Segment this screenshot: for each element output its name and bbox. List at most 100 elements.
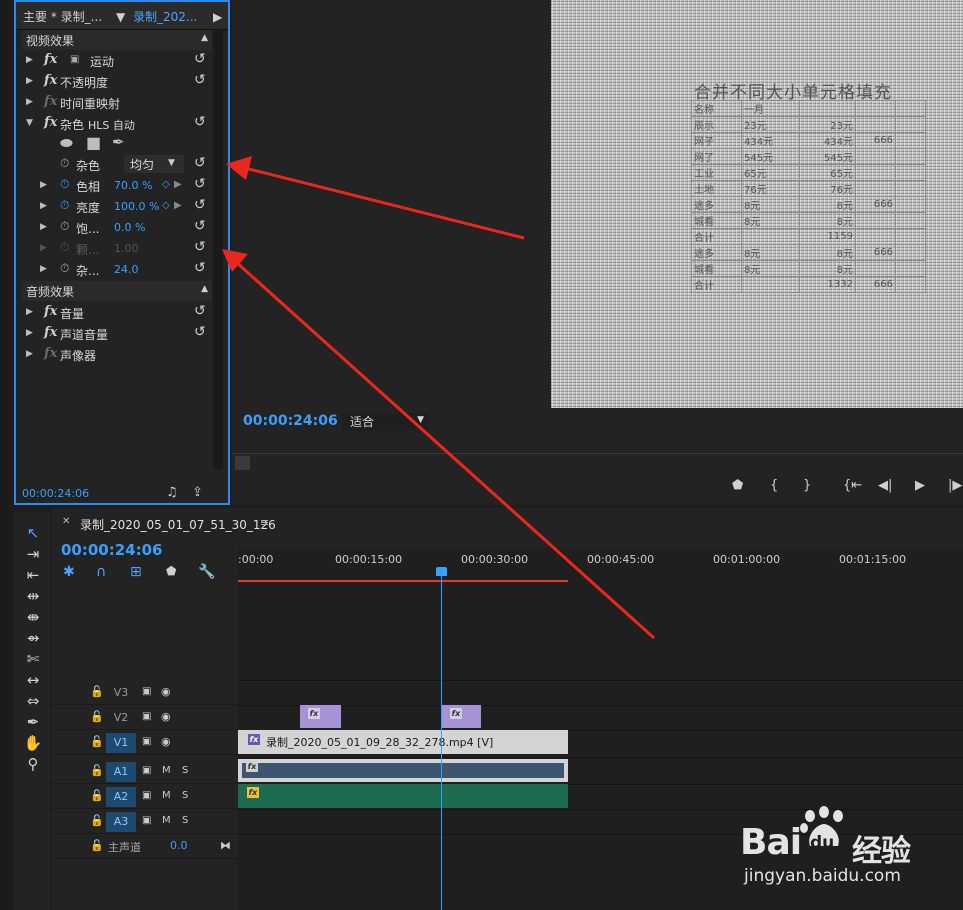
filter-audio-icon[interactable]: ♫ [166,485,178,500]
adjustment-clip[interactable]: fx [442,705,481,728]
transform-icon[interactable]: ▣ [70,54,79,65]
step-forward-icon[interactable]: |▶ [948,478,962,493]
param-row-hue[interactable]: ▶ ⏱ 色相 70.0 % ◇ ▶ ↺ [22,175,212,196]
tab-dropdown-icon[interactable]: ▼ [116,10,125,24]
solo-button[interactable]: S [182,765,188,776]
timeline-timecode[interactable]: 00:00:24:06 [61,541,163,559]
sync-lock-icon[interactable]: ▣ [142,815,151,826]
track-select-forward-icon[interactable]: ⇥ [23,545,43,563]
expand-icon[interactable]: ▶ [26,307,33,317]
collapse-triangle-icon[interactable]: ▼ [26,118,33,128]
selection-tool-icon[interactable]: ↖ [23,524,43,542]
expand-icon[interactable]: ▶ [26,76,33,86]
solo-button[interactable]: S [182,815,188,826]
mark-in-icon[interactable]: { [770,478,778,493]
expand-icon[interactable]: ▶ [26,55,33,65]
reset-icon[interactable]: ↺ [194,176,206,192]
fx-icon[interactable]: fx [44,325,57,340]
param-row-noise-phase[interactable]: ▶ ⏱ 杂... 24.0 ↺ [22,259,212,280]
reset-icon[interactable]: ↺ [194,260,206,276]
collapse-icon[interactable]: ▲ [201,33,208,43]
zoom-icon[interactable]: ⚲ [23,755,43,773]
expand-icon[interactable]: ▶ [40,264,47,274]
eye-icon[interactable]: ◉ [161,735,171,748]
go-to-in-icon[interactable]: {⇤ [843,478,862,493]
playhead-timecode[interactable]: 00:00:24:06 [243,413,338,429]
lock-icon[interactable]: 🔓 [90,735,104,748]
zoom-select[interactable]: 适合 ▼ [342,413,428,431]
go-to-end-icon[interactable]: ⧓ [220,839,231,852]
adjustment-clip[interactable]: fx [300,705,341,728]
tab-master[interactable]: 主要 * 录制_... [23,8,118,25]
reset-icon[interactable]: ↺ [194,303,206,319]
lock-icon[interactable]: 🔓 [90,764,104,777]
pen-icon[interactable]: ✒ [23,713,43,731]
lock-icon[interactable]: 🔓 [90,839,104,852]
next-keyframe-icon[interactable]: ▶ [174,200,182,211]
param-row-saturation[interactable]: ▶ ⏱ 饱... 0.0 % ↺ [22,217,212,238]
add-keyframe-icon[interactable]: ◇ [162,179,170,190]
effect-row-noise-hls[interactable]: ▼ fx 杂色 HLS 自动 ↺ [22,113,212,134]
slip-icon[interactable]: ↔ [23,671,43,689]
effect-row-channel-volume[interactable]: ▶ fx 声道音量 ↺ [22,323,212,344]
fx-icon[interactable]: fx [44,52,57,67]
playhead-line[interactable] [441,568,442,910]
next-keyframe-icon[interactable]: ▶ [174,179,182,190]
effect-row-motion[interactable]: ▶ fx ▣ 运动 ↺ [22,50,212,71]
a1-audio-clip[interactable]: fx [238,759,568,782]
track-name-a1[interactable]: A1 [106,762,136,782]
solo-button[interactable]: S [182,790,188,801]
add-marker-icon[interactable]: ⬟ [732,478,743,493]
close-icon[interactable]: ✕ [62,516,70,527]
reset-icon[interactable]: ↺ [194,155,206,171]
master-volume-value[interactable]: 0.0 [170,839,188,852]
lock-icon[interactable]: 🔓 [90,789,104,802]
ripple-edit-icon[interactable]: ⇹ [23,587,43,605]
sync-lock-icon[interactable]: ▣ [142,765,151,776]
work-area-bar[interactable] [238,580,568,582]
mute-button[interactable]: M [162,815,171,826]
add-marker-icon[interactable]: ⬟ [166,564,176,578]
stopwatch-icon[interactable]: ⏱ [60,177,69,192]
fx-icon[interactable]: fx [44,115,57,130]
stopwatch-icon[interactable]: ⏱ [60,156,69,171]
stopwatch-icon[interactable]: ⏱ [60,219,69,234]
panel-timecode[interactable]: 00:00:24:06 [22,487,89,500]
stopwatch-icon[interactable]: ⏱ [60,198,69,213]
lock-icon[interactable]: 🔓 [90,814,104,827]
add-keyframe-icon[interactable]: ◇ [162,200,170,211]
play-right-icon[interactable]: ▶ [213,10,222,24]
zoom-scroll-handle[interactable] [235,456,250,470]
lock-icon[interactable]: 🔓 [90,710,104,723]
sequence-tab[interactable]: 录制_2020_05_01_07_51_30_126 [80,516,276,533]
nest-toggle-icon[interactable]: ✱ [63,564,75,580]
tab-clip[interactable]: 录制_202... [133,8,213,25]
sync-lock-icon[interactable]: ▣ [142,790,151,801]
expand-icon[interactable]: ▶ [26,349,33,359]
mute-button[interactable]: M [162,765,171,776]
camera-icon[interactable]: ▣ [142,711,151,722]
mark-out-icon[interactable]: } [803,478,811,493]
reset-icon[interactable]: ↺ [194,239,206,255]
v1-video-clip[interactable]: fx 录制_2020_05_01_09_28_32_278.mp4 [V] [238,730,568,754]
slide-icon[interactable]: ⇔ [23,692,43,710]
razor-icon[interactable]: ✄ [23,650,43,668]
menu-icon[interactable]: ≡ [260,516,269,529]
reset-icon[interactable]: ↺ [194,72,206,88]
reset-icon[interactable]: ↺ [194,197,206,213]
rate-stretch-icon[interactable]: ⇴ [23,629,43,647]
effect-row-panner[interactable]: ▶ fx 声像器 [22,344,212,365]
export-icon[interactable]: ⇪ [192,485,203,500]
fx-icon[interactable]: fx [44,304,57,319]
param-row-lightness[interactable]: ▶ ⏱ 亮度 100.0 % ◇ ▶ ↺ [22,196,212,217]
track-name-a2[interactable]: A2 [106,787,136,807]
effect-row-opacity[interactable]: ▶ fx 不透明度 ↺ [22,71,212,92]
effect-row-volume[interactable]: ▶ fx 音量 ↺ [22,302,212,323]
camera-icon[interactable]: ▣ [142,686,151,697]
camera-icon[interactable]: ▣ [142,736,151,747]
reset-icon[interactable]: ↺ [194,114,206,130]
param-value-noise-phase[interactable]: 24.0 [114,263,139,276]
expand-icon[interactable]: ▶ [40,201,47,211]
param-value-saturation[interactable]: 0.0 % [114,221,145,234]
pen-mask-icon[interactable]: ✒ [112,133,125,151]
